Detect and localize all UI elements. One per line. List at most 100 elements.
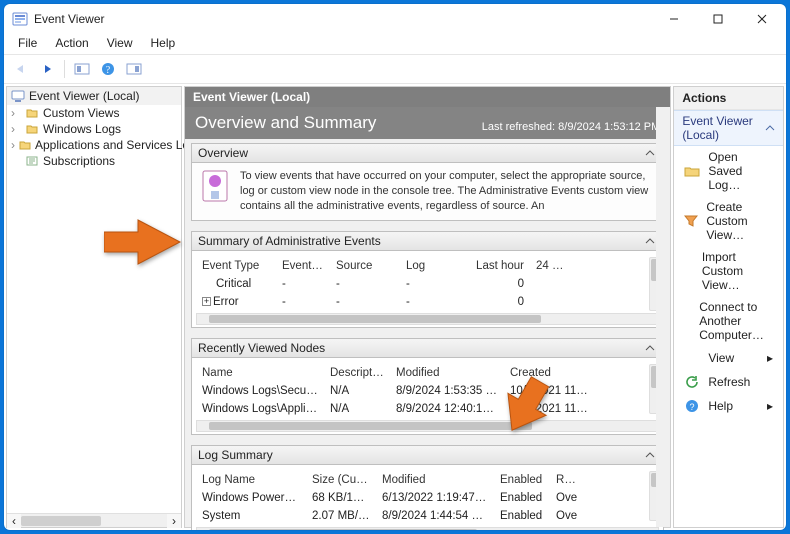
tree-horizontal-scrollbar[interactable]: ‹› [7, 513, 181, 527]
chevron-right-icon: ▸ [767, 351, 773, 365]
col-event-id[interactable]: Event ID [276, 257, 330, 275]
show-hide-tree-button[interactable] [71, 58, 93, 80]
svg-text:?: ? [106, 65, 111, 76]
tree-item[interactable]: Windows Logs [43, 122, 121, 136]
tree-root[interactable]: Event Viewer (Local) [29, 89, 140, 103]
log-row[interactable]: System 2.07 MB/2… 8/9/2024 1:44:54 PM En… [196, 507, 659, 525]
chevron-up-icon[interactable] [643, 341, 657, 355]
nav-forward-button[interactable] [36, 58, 58, 80]
folder-icon [19, 138, 31, 152]
col-modified[interactable]: Modified [390, 364, 504, 382]
help-icon: ? [684, 398, 700, 414]
folder-icon [25, 106, 39, 120]
maximize-button[interactable] [696, 4, 740, 34]
col-log[interactable]: Log [400, 257, 470, 275]
action-help-submenu[interactable]: ? Help ▸ [674, 394, 783, 418]
summary-section-label: Summary of Administrative Events [198, 234, 381, 248]
summary-horizontal-scrollbar[interactable] [196, 313, 659, 325]
actions-pane: Actions Event Viewer (Local) Open Saved … [673, 86, 784, 528]
menu-help[interactable]: Help [143, 34, 184, 52]
action-connect-computer[interactable]: Connect to Another Computer… [674, 296, 783, 346]
help-button[interactable]: ? [97, 58, 119, 80]
overview-title: Overview and Summary [195, 113, 376, 133]
toolbar: ? [4, 55, 786, 84]
minimize-button[interactable] [652, 4, 696, 34]
chevron-up-icon[interactable] [643, 448, 657, 462]
col-event-type[interactable]: Event Type [196, 257, 276, 275]
tree-item[interactable]: Custom Views [43, 106, 119, 120]
menu-action[interactable]: Action [47, 34, 96, 52]
log-horizontal-scrollbar[interactable] [196, 527, 659, 530]
details-vertical-scrollbar[interactable] [656, 107, 670, 527]
expand-plus-icon[interactable]: + [202, 297, 211, 306]
folder-open-icon [684, 163, 700, 179]
view-icon [684, 350, 700, 366]
refresh-icon [684, 374, 700, 390]
app-icon [12, 11, 28, 27]
chevron-right-icon: ▸ [767, 399, 773, 413]
log-section-label: Log Summary [198, 448, 273, 462]
recent-row[interactable]: Windows Logs\Security N/A 8/9/2024 1:53:… [196, 382, 659, 400]
overview-text: To view events that have occurred on you… [240, 169, 655, 214]
last-refreshed-value: 8/9/2024 1:53:12 PM [558, 121, 660, 133]
action-create-custom-view[interactable]: Create Custom View… [674, 196, 783, 246]
chevron-up-icon[interactable] [643, 234, 657, 248]
tree-item[interactable]: Subscriptions [43, 154, 115, 168]
console-tree[interactable]: Event Viewer (Local) › Custom Views › Wind… [6, 86, 182, 528]
col-modified[interactable]: Modified [376, 471, 494, 489]
menu-view[interactable]: View [99, 34, 141, 52]
summary-row[interactable]: +Error - - - 0 [196, 293, 659, 311]
col-size[interactable]: Size (Curre… [306, 471, 376, 489]
actions-context[interactable]: Event Viewer (Local) [674, 110, 783, 146]
action-view-submenu[interactable]: View ▸ [674, 346, 783, 370]
recent-section-header[interactable]: Recently Viewed Nodes [191, 338, 664, 358]
col-24hours[interactable]: 24 hou [530, 257, 574, 275]
chevron-up-icon[interactable] [643, 146, 657, 160]
col-enabled[interactable]: Enabled [494, 471, 550, 489]
recent-row[interactable]: Windows Logs\Application N/A 8/9/2024 12… [196, 400, 659, 418]
overview-section-header[interactable]: Overview [191, 143, 664, 163]
action-import-custom-view[interactable]: Import Custom View… [674, 246, 783, 296]
col-created[interactable]: Created [504, 364, 594, 382]
close-button[interactable] [740, 4, 784, 34]
folder-icon [25, 122, 39, 136]
window-title: Event Viewer [34, 12, 104, 26]
connect-icon [684, 313, 691, 329]
details-pane: Event Viewer (Local) Overview and Summar… [184, 86, 671, 528]
overview-graphic-icon [200, 169, 232, 214]
funnel-icon [684, 213, 698, 229]
col-description[interactable]: Description [324, 364, 390, 382]
computer-icon [11, 89, 25, 103]
nav-back-button [10, 58, 32, 80]
menubar: File Action View Help [4, 34, 786, 55]
col-source[interactable]: Source [330, 257, 400, 275]
expand-icon[interactable]: › [11, 106, 21, 120]
action-open-saved-log[interactable]: Open Saved Log… [674, 146, 783, 196]
subscriptions-icon [25, 154, 39, 168]
expand-icon[interactable]: › [11, 138, 15, 152]
collapse-up-icon[interactable] [765, 123, 775, 133]
details-header: Event Viewer (Local) [185, 87, 670, 107]
col-log-name[interactable]: Log Name [196, 471, 306, 489]
summary-section-header[interactable]: Summary of Administrative Events [191, 231, 664, 251]
menu-file[interactable]: File [10, 34, 45, 52]
tree-item[interactable]: Applications and Services Logs [35, 138, 202, 152]
col-name[interactable]: Name [196, 364, 324, 382]
summary-row[interactable]: Critical - - - 0 [196, 275, 659, 293]
col-last-hour[interactable]: Last hour [470, 257, 530, 275]
recent-horizontal-scrollbar[interactable] [196, 420, 659, 432]
svg-text:?: ? [690, 402, 695, 412]
expand-icon[interactable]: › [11, 122, 21, 136]
overview-section-label: Overview [198, 146, 248, 160]
titlebar: Event Viewer [4, 4, 786, 34]
action-refresh[interactable]: Refresh [674, 370, 783, 394]
recent-section-label: Recently Viewed Nodes [198, 341, 325, 355]
import-icon [684, 263, 694, 279]
show-hide-action-button[interactable] [123, 58, 145, 80]
last-refreshed-label: Last refreshed: [482, 121, 555, 133]
log-row[interactable]: Windows PowerShell 68 KB/15 … 6/13/2022 … [196, 489, 659, 507]
log-section-header[interactable]: Log Summary [191, 445, 664, 465]
col-retention[interactable]: Rete [550, 471, 584, 489]
toolbar-divider [64, 60, 65, 78]
actions-header: Actions [674, 87, 783, 110]
